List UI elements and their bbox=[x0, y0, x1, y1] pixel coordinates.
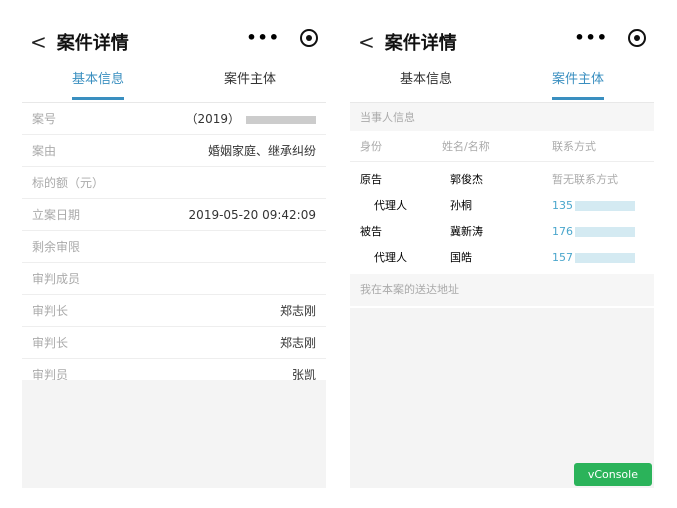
header-role: 身份 bbox=[360, 140, 382, 153]
info-value: 婚姻家庭、继承纠纷 bbox=[208, 142, 316, 159]
info-value-text: 郑志刚 bbox=[279, 336, 316, 350]
back-icon[interactable]: < bbox=[358, 30, 375, 54]
party-name: 郭俊杰 bbox=[450, 173, 483, 186]
info-value-text: 2019-05-20 09:42:09 bbox=[188, 207, 316, 222]
party-contact[interactable]: 176 bbox=[552, 225, 573, 238]
party-role: 被告 bbox=[360, 225, 382, 238]
header-name: 姓名/名称 bbox=[442, 140, 490, 153]
party-name: 冀新涛 bbox=[450, 225, 483, 238]
info-label: 标的额（元） bbox=[32, 176, 105, 190]
party-role: 代理人 bbox=[374, 199, 407, 212]
info-label: 案号 bbox=[32, 112, 57, 126]
more-icon[interactable]: ••• bbox=[574, 28, 608, 47]
info-value-text: （2019） bbox=[185, 112, 240, 126]
phone-case-parties: < 案件详情 ••• 基本信息 案件主体 当事人信息 身份 姓名/名称 联系方式… bbox=[350, 18, 654, 488]
redacted-block bbox=[575, 226, 635, 237]
info-label: 审判成员 bbox=[32, 272, 81, 286]
party-row: 代理人 孙桐 135 bbox=[350, 192, 654, 218]
party-contact: 暂无联系方式 bbox=[552, 173, 618, 186]
info-value: 郑志刚 bbox=[280, 334, 316, 351]
redacted-block bbox=[246, 115, 316, 124]
party-row: 原告 郭俊杰 暂无联系方式 bbox=[350, 166, 654, 192]
info-value-text: 郑志刚 bbox=[279, 304, 316, 318]
info-label: 剩余审限 bbox=[32, 240, 81, 254]
info-row: 审判长 郑志刚 bbox=[22, 327, 326, 359]
nav-bar: < 案件详情 ••• bbox=[22, 18, 326, 66]
nav-bar: < 案件详情 ••• bbox=[350, 18, 654, 66]
redacted-block bbox=[575, 200, 635, 211]
page-title: 案件详情 bbox=[56, 33, 129, 54]
info-value: （2019） bbox=[185, 110, 316, 127]
info-value: 郑志刚 bbox=[280, 302, 316, 319]
party-role: 原告 bbox=[360, 173, 382, 186]
info-value: 2019-05-20 09:42:09 bbox=[189, 208, 316, 222]
party-contact[interactable]: 135 bbox=[552, 199, 573, 212]
section-party-info: 当事人信息 bbox=[350, 103, 654, 131]
info-row: 标的额（元） bbox=[22, 167, 326, 199]
party-row: 代理人 国皓 157 bbox=[350, 244, 654, 270]
info-label: 立案日期 bbox=[32, 208, 81, 222]
back-icon[interactable]: < bbox=[30, 30, 47, 54]
empty-area bbox=[350, 308, 654, 488]
section-service-address: 我在本案的送达地址 bbox=[350, 274, 654, 306]
tab-case-parties[interactable]: 案件主体 bbox=[502, 66, 654, 102]
party-name: 国皓 bbox=[450, 251, 472, 264]
phone-basic-info: < 案件详情 ••• 基本信息 案件主体 案号 （2019） 案由 婚姻家庭、继承纠纷… bbox=[22, 18, 326, 488]
party-row: 被告 冀新涛 176 bbox=[350, 218, 654, 244]
empty-area bbox=[22, 380, 326, 488]
page-title: 案件详情 bbox=[384, 33, 457, 54]
info-row: 案号 （2019） bbox=[22, 103, 326, 135]
party-role: 代理人 bbox=[374, 251, 407, 264]
info-row: 立案日期 2019-05-20 09:42:09 bbox=[22, 199, 326, 231]
party-name: 孙桐 bbox=[450, 199, 472, 212]
close-target-icon[interactable] bbox=[628, 28, 646, 47]
more-icon[interactable]: ••• bbox=[246, 28, 280, 47]
info-row: 审判长 郑志刚 bbox=[22, 295, 326, 327]
info-row: 剩余审限 bbox=[22, 231, 326, 263]
info-row: 审判成员 bbox=[22, 263, 326, 295]
info-row: 案由 婚姻家庭、继承纠纷 bbox=[22, 135, 326, 167]
info-label: 审判长 bbox=[32, 304, 69, 318]
header-contact: 联系方式 bbox=[552, 140, 596, 153]
party-contact[interactable]: 157 bbox=[552, 251, 573, 264]
party-table-header: 身份 姓名/名称 联系方式 bbox=[350, 131, 654, 162]
info-label: 审判长 bbox=[32, 336, 69, 350]
info-value-text: 婚姻家庭、继承纠纷 bbox=[207, 144, 316, 158]
close-target-icon[interactable] bbox=[300, 28, 318, 47]
tab-case-parties[interactable]: 案件主体 bbox=[174, 66, 326, 102]
redacted-block bbox=[575, 252, 635, 263]
vconsole-button[interactable]: vConsole bbox=[573, 463, 652, 486]
tab-basic-info[interactable]: 基本信息 bbox=[350, 66, 502, 102]
tab-basic-info[interactable]: 基本信息 bbox=[22, 66, 174, 102]
info-label: 案由 bbox=[32, 144, 57, 158]
